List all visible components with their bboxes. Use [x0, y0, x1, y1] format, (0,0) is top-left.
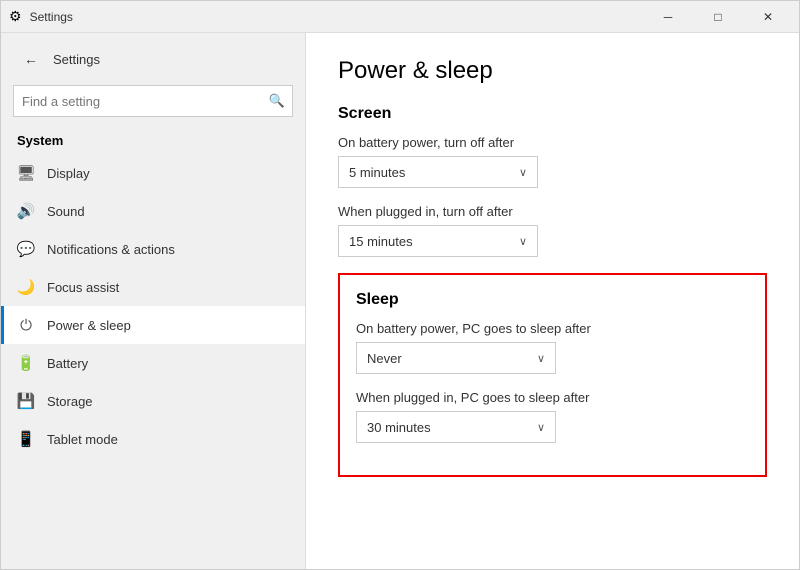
- main-content: Power & sleep Screen On battery power, t…: [306, 33, 799, 569]
- sidebar-app-title: Settings: [53, 52, 100, 67]
- screen-battery-value: 5 minutes: [349, 165, 405, 180]
- sleep-plugged-label: When plugged in, PC goes to sleep after: [356, 390, 749, 405]
- sound-icon: 🔊: [17, 202, 35, 220]
- sidebar-item-sound[interactable]: 🔊 Sound: [1, 192, 305, 230]
- notifications-icon: 💬: [17, 240, 35, 258]
- settings-icon: ⚙: [9, 8, 22, 25]
- power-icon: ⏻: [17, 316, 35, 334]
- sidebar-item-power[interactable]: ⏻ Power & sleep: [1, 306, 305, 344]
- search-input[interactable]: [13, 85, 293, 117]
- sidebar-item-label-tablet: Tablet mode: [47, 432, 118, 447]
- sleep-battery-dropdown[interactable]: Never ∨: [356, 342, 556, 374]
- sidebar-item-label-focus: Focus assist: [47, 280, 119, 295]
- sidebar-item-label-battery: Battery: [47, 356, 88, 371]
- tablet-icon: 📱: [17, 430, 35, 448]
- window: ⚙ Settings ─ □ ✕ ← Settings 🔍 System 🖥 D…: [0, 0, 800, 570]
- screen-battery-arrow: ∨: [519, 166, 527, 179]
- battery-icon: 🔋: [17, 354, 35, 372]
- sidebar-item-label-sound: Sound: [47, 204, 85, 219]
- screen-plugged-value: 15 minutes: [349, 234, 413, 249]
- sidebar-item-notifications[interactable]: 💬 Notifications & actions: [1, 230, 305, 268]
- sleep-plugged-value: 30 minutes: [367, 420, 431, 435]
- sleep-plugged-dropdown[interactable]: 30 minutes ∨: [356, 411, 556, 443]
- sidebar-section-title: System: [1, 125, 305, 154]
- sleep-battery-arrow: ∨: [537, 352, 545, 365]
- screen-section: Screen On battery power, turn off after …: [338, 105, 767, 257]
- display-icon: 🖥: [17, 164, 35, 182]
- screen-battery-dropdown[interactable]: 5 minutes ∨: [338, 156, 538, 188]
- sidebar-item-display[interactable]: 🖥 Display: [1, 154, 305, 192]
- sidebar-item-tablet[interactable]: 📱 Tablet mode: [1, 420, 305, 458]
- sleep-battery-label: On battery power, PC goes to sleep after: [356, 321, 749, 336]
- screen-plugged-dropdown[interactable]: 15 minutes ∨: [338, 225, 538, 257]
- sidebar: ← Settings 🔍 System 🖥 Display 🔊 Sound 💬 …: [1, 33, 306, 569]
- sidebar-item-label-storage: Storage: [47, 394, 93, 409]
- sidebar-item-label-display: Display: [47, 166, 90, 181]
- maximize-button[interactable]: □: [695, 1, 741, 33]
- back-button[interactable]: ←: [17, 45, 45, 73]
- focus-icon: 🌙: [17, 278, 35, 296]
- sidebar-item-label-notifications: Notifications & actions: [47, 242, 175, 257]
- titlebar-controls: ─ □ ✕: [645, 1, 791, 33]
- sleep-plugged-arrow: ∨: [537, 421, 545, 434]
- titlebar-title: Settings: [30, 10, 73, 24]
- sidebar-item-focus[interactable]: 🌙 Focus assist: [1, 268, 305, 306]
- screen-battery-label: On battery power, turn off after: [338, 135, 767, 150]
- minimize-button[interactable]: ─: [645, 1, 691, 33]
- sleep-battery-value: Never: [367, 351, 402, 366]
- sleep-section: Sleep On battery power, PC goes to sleep…: [338, 273, 767, 477]
- sidebar-item-storage[interactable]: 💾 Storage: [1, 382, 305, 420]
- screen-section-title: Screen: [338, 105, 767, 123]
- titlebar-left: ⚙ Settings: [9, 8, 73, 25]
- screen-plugged-label: When plugged in, turn off after: [338, 204, 767, 219]
- sidebar-header: ← Settings: [1, 33, 305, 81]
- sidebar-item-label-power: Power & sleep: [47, 318, 131, 333]
- content: ← Settings 🔍 System 🖥 Display 🔊 Sound 💬 …: [1, 33, 799, 569]
- search-icon: 🔍: [269, 93, 285, 109]
- search-box: 🔍: [13, 85, 293, 117]
- storage-icon: 💾: [17, 392, 35, 410]
- screen-plugged-arrow: ∨: [519, 235, 527, 248]
- close-button[interactable]: ✕: [745, 1, 791, 33]
- page-title: Power & sleep: [338, 57, 767, 85]
- sidebar-item-battery[interactable]: 🔋 Battery: [1, 344, 305, 382]
- sleep-section-title: Sleep: [356, 291, 749, 309]
- titlebar: ⚙ Settings ─ □ ✕: [1, 1, 799, 33]
